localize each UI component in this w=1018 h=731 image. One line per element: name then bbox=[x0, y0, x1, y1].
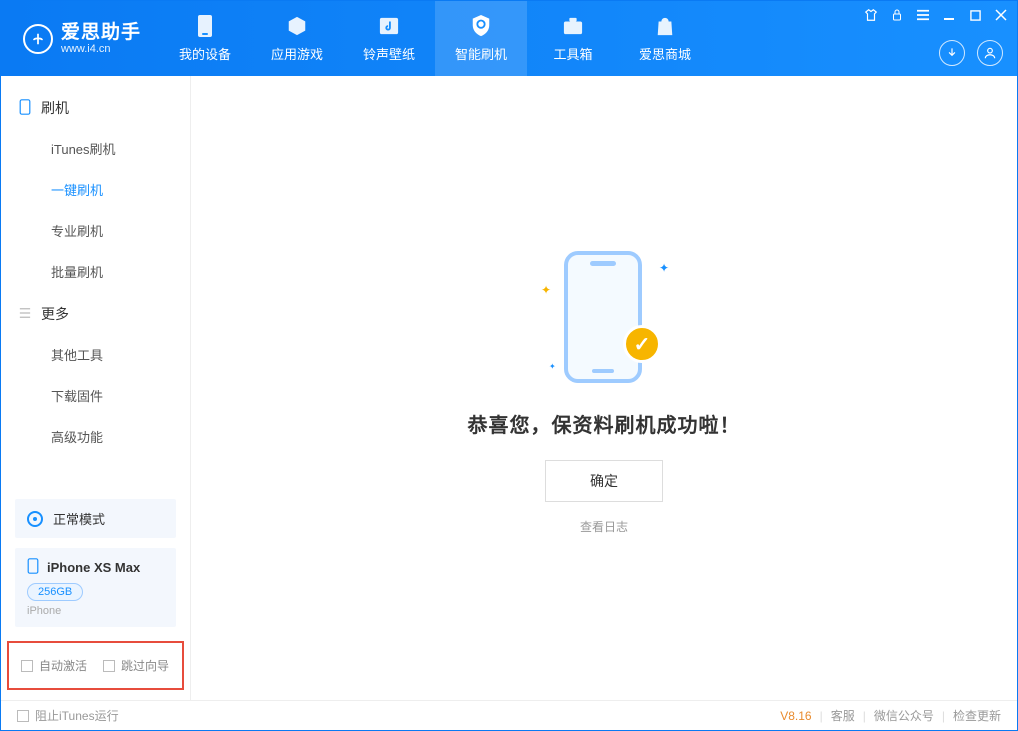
check-circle-icon: ✓ bbox=[623, 325, 661, 363]
shirt-icon[interactable] bbox=[863, 7, 879, 23]
checkbox-label: 跳过向导 bbox=[121, 657, 169, 674]
separator: | bbox=[863, 709, 866, 723]
mode-dot-icon bbox=[27, 511, 43, 527]
device-area: 正常模式 iPhone XS Max 256GB iPhone bbox=[1, 489, 190, 633]
mode-card[interactable]: 正常模式 bbox=[15, 499, 176, 538]
device-type: iPhone bbox=[27, 605, 164, 617]
user-icon[interactable] bbox=[977, 40, 1003, 66]
wechat-link[interactable]: 微信公众号 bbox=[874, 707, 934, 724]
skip-guide-checkbox[interactable]: 跳过向导 bbox=[103, 657, 169, 674]
checkbox-label: 阻止iTunes运行 bbox=[35, 707, 119, 724]
check-update-link[interactable]: 检查更新 bbox=[953, 707, 1001, 724]
block-itunes-checkbox[interactable]: 阻止iTunes运行 bbox=[17, 707, 119, 724]
separator: | bbox=[820, 709, 823, 723]
sidebar: 刷机 iTunes刷机 一键刷机 专业刷机 批量刷机 更多 其他工具 下载固件 … bbox=[1, 76, 191, 700]
checkbox-icon bbox=[17, 710, 29, 722]
shield-icon bbox=[469, 14, 493, 38]
device-icon bbox=[193, 14, 217, 38]
checkbox-icon bbox=[103, 660, 115, 672]
nav-my-device[interactable]: 我的设备 bbox=[159, 1, 251, 76]
group-label: 刷机 bbox=[41, 98, 69, 118]
nav-apps[interactable]: 应用游戏 bbox=[251, 1, 343, 76]
logo-text: 爱思助手 www.i4.cn bbox=[61, 23, 141, 55]
main-nav: 我的设备 应用游戏 铃声壁纸 智能刷机 工具箱 爱思商城 bbox=[159, 1, 711, 76]
success-message: 恭喜您，保资料刷机成功啦！ bbox=[468, 409, 741, 438]
sidebar-item-pro-flash[interactable]: 专业刷机 bbox=[1, 210, 190, 251]
footer-right: V8.16 | 客服 | 微信公众号 | 检查更新 bbox=[780, 707, 1001, 724]
toolbox-icon bbox=[561, 14, 585, 38]
support-link[interactable]: 客服 bbox=[831, 707, 855, 724]
close-button[interactable] bbox=[993, 7, 1009, 23]
storage-badge: 256GB bbox=[27, 583, 83, 601]
sidebar-item-batch-flash[interactable]: 批量刷机 bbox=[1, 251, 190, 292]
sidebar-item-itunes-flash[interactable]: iTunes刷机 bbox=[1, 128, 190, 169]
sparkle-icon: ✦ bbox=[541, 283, 551, 297]
menu-icon[interactable] bbox=[915, 7, 931, 23]
nav-label: 铃声壁纸 bbox=[363, 44, 415, 63]
cube-icon bbox=[285, 14, 309, 38]
app-window: { "app": { "name_cn": "爱思助手", "name_en":… bbox=[0, 0, 1018, 731]
phone-small-icon bbox=[19, 99, 31, 118]
nav-ringtones[interactable]: 铃声壁纸 bbox=[343, 1, 435, 76]
header-actions bbox=[939, 40, 1003, 66]
bag-icon bbox=[653, 14, 677, 38]
maximize-button[interactable] bbox=[967, 7, 983, 23]
logo-icon bbox=[23, 24, 53, 54]
nav-label: 我的设备 bbox=[179, 44, 231, 63]
nav-label: 智能刷机 bbox=[455, 44, 507, 63]
music-folder-icon bbox=[377, 14, 401, 38]
list-icon bbox=[19, 306, 31, 322]
separator: | bbox=[942, 709, 945, 723]
nav-label: 应用游戏 bbox=[271, 44, 323, 63]
sidebar-item-one-click[interactable]: 一键刷机 bbox=[1, 169, 190, 210]
checkbox-label: 自动激活 bbox=[39, 657, 87, 674]
sparkle-icon: ✦ bbox=[659, 261, 669, 275]
device-name-row: iPhone XS Max bbox=[27, 558, 164, 577]
header: 爱思助手 www.i4.cn 我的设备 应用游戏 铃声壁纸 智能刷机 bbox=[1, 1, 1017, 76]
group-label: 更多 bbox=[41, 304, 69, 324]
view-log-link[interactable]: 查看日志 bbox=[580, 518, 628, 535]
device-name: iPhone XS Max bbox=[47, 560, 140, 575]
auto-activate-checkbox[interactable]: 自动激活 bbox=[21, 657, 87, 674]
download-icon[interactable] bbox=[939, 40, 965, 66]
phone-illustration bbox=[564, 251, 642, 383]
sidebar-scroll: 刷机 iTunes刷机 一键刷机 专业刷机 批量刷机 更多 其他工具 下载固件 … bbox=[1, 76, 190, 489]
nav-flash[interactable]: 智能刷机 bbox=[435, 1, 527, 76]
nav-label: 工具箱 bbox=[554, 44, 593, 63]
sidebar-item-advanced[interactable]: 高级功能 bbox=[1, 416, 190, 457]
sidebar-item-download-fw[interactable]: 下载固件 bbox=[1, 375, 190, 416]
app-name-en: www.i4.cn bbox=[61, 44, 141, 55]
mode-label: 正常模式 bbox=[53, 509, 105, 528]
window-controls bbox=[863, 7, 1009, 23]
flash-options-highlight: 自动激活 跳过向导 bbox=[7, 641, 184, 690]
ok-button[interactable]: 确定 bbox=[545, 460, 663, 502]
sparkle-icon: ✦ bbox=[549, 362, 556, 371]
version-label: V8.16 bbox=[780, 709, 811, 723]
lock-icon[interactable] bbox=[889, 7, 905, 23]
nav-toolbox[interactable]: 工具箱 bbox=[527, 1, 619, 76]
sidebar-group-more: 更多 bbox=[1, 292, 190, 334]
body: 刷机 iTunes刷机 一键刷机 专业刷机 批量刷机 更多 其他工具 下载固件 … bbox=[1, 76, 1017, 700]
nav-label: 爱思商城 bbox=[639, 44, 691, 63]
sidebar-item-other-tools[interactable]: 其他工具 bbox=[1, 334, 190, 375]
sidebar-group-flash: 刷机 bbox=[1, 86, 190, 128]
footer: 阻止iTunes运行 V8.16 | 客服 | 微信公众号 | 检查更新 bbox=[1, 700, 1017, 730]
main-content: ✦ ✦ ✦ ✓ 恭喜您，保资料刷机成功啦！ 确定 查看日志 bbox=[191, 76, 1017, 700]
checkbox-icon bbox=[21, 660, 33, 672]
nav-store[interactable]: 爱思商城 bbox=[619, 1, 711, 76]
device-card[interactable]: iPhone XS Max 256GB iPhone bbox=[15, 548, 176, 627]
app-name-cn: 爱思助手 bbox=[61, 23, 141, 42]
device-small-icon bbox=[27, 558, 39, 577]
success-illustration: ✦ ✦ ✦ ✓ bbox=[529, 241, 679, 391]
logo[interactable]: 爱思助手 www.i4.cn bbox=[1, 1, 159, 76]
minimize-button[interactable] bbox=[941, 7, 957, 23]
